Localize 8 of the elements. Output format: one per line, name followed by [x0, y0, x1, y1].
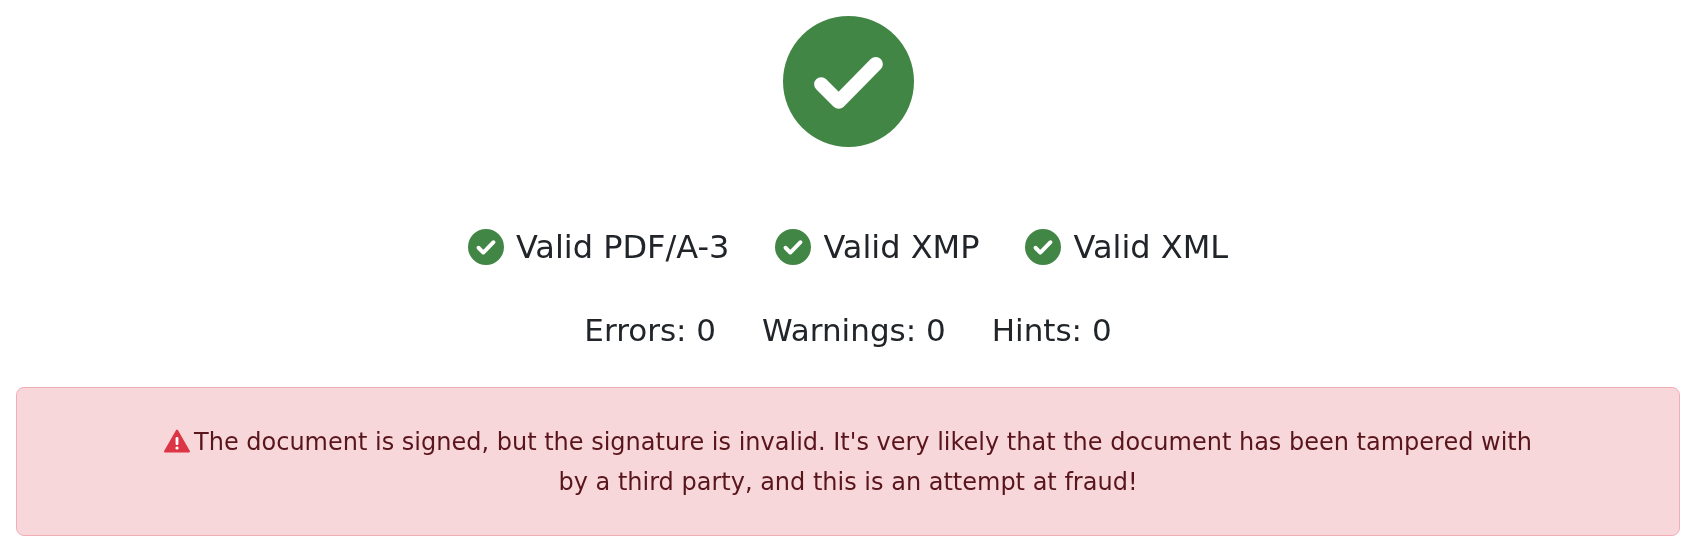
- check-label: Valid PDF/A-3: [515, 229, 730, 265]
- count-label: Warnings: 0: [762, 312, 946, 348]
- check-label: Valid XML: [1073, 229, 1229, 265]
- alert-message: The document is signed, but the signature is invalid. It's very likely that the document has been tampered with by a third party, and this is an attempt at fraud!: [194, 427, 1532, 496]
- check-label: Valid XMP: [823, 229, 980, 265]
- count-label: Errors: 0: [584, 312, 717, 348]
- warning-icon: [164, 428, 191, 453]
- count-label: Hints: 0: [991, 312, 1112, 348]
